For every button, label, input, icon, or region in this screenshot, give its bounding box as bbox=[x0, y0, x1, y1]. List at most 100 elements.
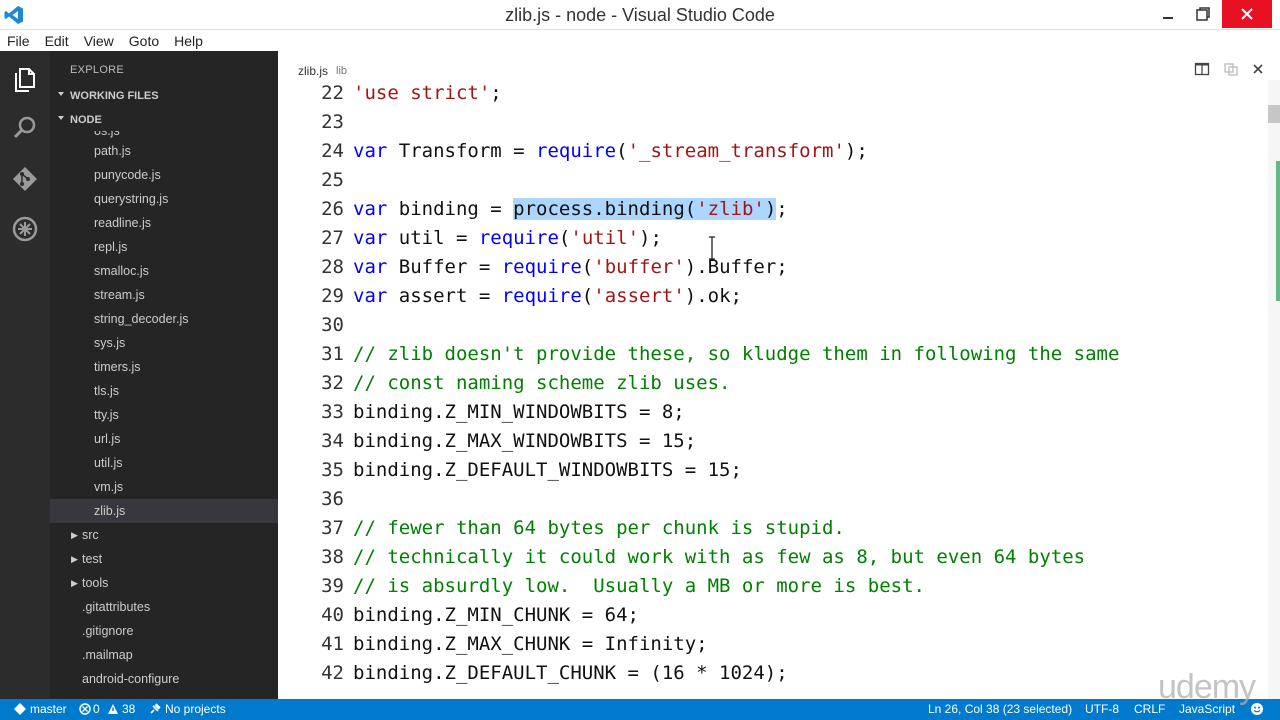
close-button[interactable] bbox=[1222, 0, 1272, 28]
line-number: 32 bbox=[321, 372, 344, 394]
chevron-down-icon bbox=[58, 116, 64, 120]
code-line: 37 // fewer than 64 bytes per chunk is st… bbox=[278, 517, 1268, 546]
code-keyword: var bbox=[353, 198, 388, 220]
file-item[interactable]: punycode.js bbox=[50, 163, 278, 187]
project-header[interactable]: NODE bbox=[50, 109, 278, 131]
error-count[interactable]: 0 bbox=[93, 702, 100, 716]
file-item[interactable]: repl.js bbox=[50, 235, 278, 259]
code-keyword: var bbox=[353, 256, 388, 278]
file-item[interactable]: sys.js bbox=[50, 331, 278, 355]
maximize-button[interactable] bbox=[1183, 0, 1223, 28]
split-editor-icon[interactable] bbox=[1194, 61, 1210, 77]
code-text: var Transform = require('_stream_transfo… bbox=[353, 140, 868, 162]
code-token: binding.Z_DEFAULT_WINDOWBITS = 15; bbox=[353, 459, 742, 481]
menu-view[interactable]: View bbox=[84, 33, 114, 49]
menu-edit[interactable]: Edit bbox=[45, 33, 69, 49]
cursor-position[interactable]: Ln 26, Col 38 (23 selected) bbox=[928, 702, 1072, 716]
line-number: 28 bbox=[321, 256, 344, 278]
code-token: process.binding( bbox=[513, 198, 697, 220]
git-branch-icon bbox=[14, 703, 26, 715]
search-icon[interactable] bbox=[11, 114, 39, 142]
minimize-button[interactable] bbox=[1148, 0, 1188, 28]
file-item-label: smalloc.js bbox=[94, 264, 149, 278]
file-item[interactable]: timers.js bbox=[50, 355, 278, 379]
files-icon[interactable] bbox=[11, 65, 39, 93]
folder-item[interactable]: ▶ src bbox=[50, 523, 278, 547]
code-text: // technically it could work with as few… bbox=[353, 546, 1085, 568]
file-item[interactable]: os.js bbox=[50, 131, 278, 139]
scrollbar-change-marker bbox=[1276, 161, 1280, 301]
file-item[interactable]: smalloc.js bbox=[50, 259, 278, 283]
working-files-header[interactable]: WORKING FILES bbox=[50, 85, 278, 107]
file-encoding[interactable]: UTF-8 bbox=[1085, 702, 1119, 716]
code-line: 27 var util = require('util'); bbox=[278, 227, 1268, 256]
file-item[interactable]: querystring.js bbox=[50, 187, 278, 211]
code-line: 28 var Buffer = require('buffer').Buffer; bbox=[278, 256, 1268, 285]
code-token: ); bbox=[844, 140, 868, 162]
code-text: var binding = process.binding('zlib'); bbox=[353, 198, 788, 220]
file-item[interactable]: string_decoder.js bbox=[50, 307, 278, 331]
file-item[interactable]: .mailmap bbox=[50, 643, 278, 667]
code-editor[interactable]: 22 'use strict'; 23 24 var Transform = requi… bbox=[278, 80, 1268, 699]
folder-item[interactable]: ▶ test bbox=[50, 547, 278, 571]
close-icon bbox=[1241, 8, 1253, 20]
file-item[interactable]: zlib.js bbox=[50, 499, 278, 523]
code-line: 32 // const naming scheme zlib uses. bbox=[278, 372, 1268, 401]
code-token: ) bbox=[764, 198, 777, 220]
code-token: binding.Z_MAX_CHUNK = Infinity; bbox=[353, 633, 708, 655]
scrollbar-thumb[interactable] bbox=[1268, 105, 1280, 123]
explorer-sidebar: EXPLORE WORKING FILES NODE os.js path.js p… bbox=[50, 51, 278, 699]
maximize-icon bbox=[1196, 7, 1210, 21]
file-item[interactable]: stream.js bbox=[50, 283, 278, 307]
code-line: 30 bbox=[278, 314, 1268, 343]
file-item[interactable]: util.js bbox=[50, 451, 278, 475]
menu-help[interactable]: Help bbox=[174, 33, 203, 49]
code-comment: // technically it could work with as few… bbox=[353, 546, 1086, 568]
line-number: 39 bbox=[321, 575, 344, 597]
file-item[interactable]: android-configure bbox=[50, 667, 278, 691]
toggle-diff-icon[interactable] bbox=[1223, 61, 1239, 77]
line-number: 27 bbox=[321, 227, 344, 249]
chevron-right-icon: ▶ bbox=[71, 530, 78, 540]
code-token: ( bbox=[581, 285, 594, 307]
code-text: binding.Z_MIN_WINDOWBITS = 8; bbox=[353, 401, 685, 423]
file-item[interactable]: readline.js bbox=[50, 211, 278, 235]
menu-goto[interactable]: Goto bbox=[129, 33, 159, 49]
chevron-right-icon: ▶ bbox=[71, 554, 78, 564]
file-item[interactable]: url.js bbox=[50, 427, 278, 451]
folder-item[interactable]: ▶ tools bbox=[50, 571, 278, 595]
file-item[interactable]: .gitignore bbox=[50, 619, 278, 643]
code-token: ); bbox=[639, 227, 662, 249]
code-text: // const naming scheme zlib uses. bbox=[353, 372, 731, 394]
activity-bar bbox=[0, 51, 50, 699]
git-icon[interactable] bbox=[11, 165, 39, 193]
line-number: 33 bbox=[321, 401, 344, 423]
file-item[interactable]: .gitattributes bbox=[50, 595, 278, 619]
git-branch[interactable]: master bbox=[30, 702, 67, 716]
file-item[interactable]: tty.js bbox=[50, 403, 278, 427]
debug-icon[interactable] bbox=[11, 215, 39, 243]
code-text: var Buffer = require('buffer').Buffer; bbox=[353, 256, 788, 278]
code-comment: // is absurdly low. Usually a MB or more… bbox=[353, 575, 925, 597]
mouse-cursor-icon bbox=[709, 236, 715, 260]
file-item[interactable]: vm.js bbox=[50, 475, 278, 499]
menu-file[interactable]: File bbox=[7, 33, 30, 49]
line-number: 41 bbox=[321, 633, 344, 655]
code-comment: // zlib doesn't provide these, so kludge… bbox=[353, 343, 1120, 365]
code-line: 42 binding.Z_DEFAULT_CHUNK = (16 * 1024); bbox=[278, 662, 1268, 691]
code-line: 24 var Transform = require('_stream_trans… bbox=[278, 140, 1268, 169]
plug-icon bbox=[150, 703, 161, 714]
status-bar: master 0 38 No projects Ln 26, Col 38 (2… bbox=[0, 699, 1280, 720]
file-item[interactable]: tls.js bbox=[50, 379, 278, 403]
projects-status[interactable]: No projects bbox=[165, 702, 226, 716]
file-item-label: timers.js bbox=[94, 360, 141, 374]
line-number: 24 bbox=[321, 140, 344, 162]
file-item-label: tools bbox=[82, 576, 109, 590]
udemy-watermark: udemy bbox=[1158, 668, 1256, 706]
warning-count[interactable]: 38 bbox=[122, 702, 135, 716]
close-editor-icon[interactable] bbox=[1250, 61, 1266, 77]
tab-zlib-js[interactable]: zlib.js bbox=[298, 64, 328, 78]
file-item[interactable]: path.js bbox=[50, 139, 278, 163]
chevron-down-icon bbox=[58, 92, 64, 96]
code-keyword: require bbox=[536, 140, 617, 162]
